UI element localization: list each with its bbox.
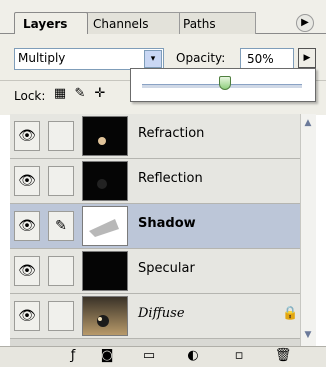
tab-channels-label: Channels xyxy=(93,17,149,31)
layer-style-icon[interactable]: ƒ xyxy=(62,346,84,366)
chevron-down-icon[interactable]: ▾ xyxy=(144,50,162,68)
scroll-down-icon[interactable]: ▼ xyxy=(302,328,314,342)
eye-icon[interactable]: 👁 xyxy=(14,256,40,286)
opacity-slider-toggle[interactable]: ▶ xyxy=(298,48,316,68)
tab-channels[interactable]: Channels xyxy=(84,12,180,34)
layer-name: Specular xyxy=(138,261,195,276)
diffuse-thumb-art xyxy=(97,315,109,327)
layer-thumbnail xyxy=(82,116,128,156)
layer-thumbnail xyxy=(82,161,128,201)
scroll-up-icon[interactable]: ▲ xyxy=(302,116,314,130)
layer-name: Shadow xyxy=(138,216,196,231)
brush-lock-icon[interactable]: ✎ xyxy=(72,86,88,102)
layer-name: Reflection xyxy=(138,171,203,186)
reflection-thumb-art xyxy=(97,179,107,189)
layer-name: Diffuse xyxy=(138,306,185,321)
panel-menu-button[interactable]: ▶ xyxy=(296,14,314,32)
link-slot[interactable] xyxy=(48,166,74,196)
eye-icon[interactable]: 👁 xyxy=(14,211,40,241)
blend-mode-value: Multiply xyxy=(18,51,66,65)
eye-icon[interactable]: 👁 xyxy=(14,166,40,196)
transparency-lock-icon[interactable]: ▦ xyxy=(52,86,68,102)
new-layer-icon[interactable]: ▫ xyxy=(228,346,250,366)
eye-icon[interactable]: 👁 xyxy=(14,121,40,151)
layer-name: Refraction xyxy=(138,126,205,141)
triangle-right-icon: ▶ xyxy=(303,53,311,63)
tab-layers-label: Layers xyxy=(23,17,68,31)
refraction-thumb-art xyxy=(98,137,106,145)
opacity-slider-thumb[interactable] xyxy=(219,76,231,90)
tab-layers[interactable]: Layers xyxy=(14,12,88,34)
lock-label: Lock: xyxy=(14,89,46,103)
layer-thumbnail xyxy=(82,296,128,336)
brush-icon[interactable]: ✎ xyxy=(48,211,74,241)
opacity-input[interactable]: 50% xyxy=(240,48,294,70)
eye-icon[interactable]: 👁 xyxy=(14,301,40,331)
opacity-label: Opacity: xyxy=(176,51,226,65)
layer-thumbnail xyxy=(82,206,128,246)
move-lock-icon[interactable]: ✛ xyxy=(92,86,108,102)
lock-icon: 🔒 xyxy=(282,306,299,321)
trash-icon[interactable]: 🗑 xyxy=(272,346,294,366)
triangle-right-icon: ▶ xyxy=(301,17,309,28)
link-slot[interactable] xyxy=(48,301,74,331)
mask-icon[interactable]: ◙ xyxy=(96,346,118,366)
link-slot[interactable] xyxy=(48,121,74,151)
scrollbar[interactable] xyxy=(300,114,316,346)
layer-thumbnail xyxy=(82,251,128,291)
adjustment-icon[interactable]: ◐ xyxy=(182,346,204,366)
link-slot[interactable] xyxy=(48,256,74,286)
shadow-thumb-art xyxy=(89,219,119,237)
tab-paths[interactable]: Paths xyxy=(174,12,256,34)
tab-paths-label: Paths xyxy=(183,17,216,31)
folder-icon[interactable]: ▭ xyxy=(138,346,160,366)
